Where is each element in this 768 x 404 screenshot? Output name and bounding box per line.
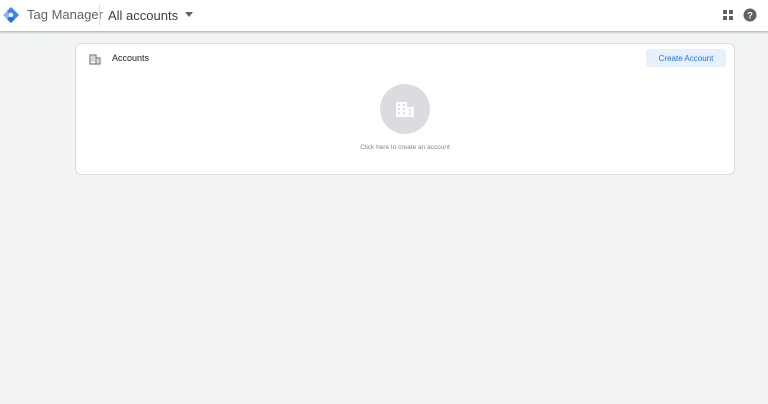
product-name[interactable]: Tag Manager [27,7,103,22]
help-icon[interactable]: ? [743,8,757,22]
building-icon [396,102,414,117]
building-icon [89,54,101,65]
create-account-button[interactable]: Create Account [646,49,726,67]
apps-grid-icon[interactable] [721,8,735,22]
dropdown-arrow-icon [185,12,194,17]
account-selector-label: All accounts [108,7,179,23]
top-app-bar: Tag Manager All accounts ? [0,0,768,31]
header-divider [99,5,100,25]
svg-text:?: ? [747,10,753,21]
accounts-card: Accounts Create Account Click here to cr… [75,43,735,175]
account-selector[interactable]: All accounts [104,3,197,27]
accounts-title: Accounts [112,53,150,63]
empty-state-text[interactable]: Click here to create an account [76,144,734,151]
create-account-placeholder[interactable] [380,84,430,134]
tag-manager-logo-icon[interactable] [3,7,19,23]
